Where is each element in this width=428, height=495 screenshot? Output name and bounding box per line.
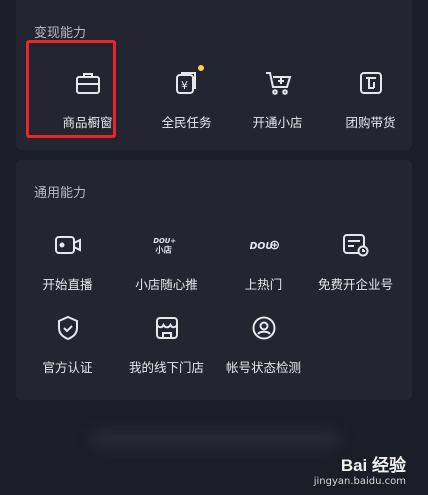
- highlight-box: [26, 40, 116, 138]
- item-label: 上热门: [244, 277, 283, 292]
- item-label: 小店随心推: [135, 277, 198, 292]
- item-offline-store[interactable]: 我的线下门店: [117, 313, 216, 376]
- svg-text:DOU+: DOU+: [153, 237, 176, 245]
- yen-tasks-icon: ¥: [172, 65, 204, 98]
- item-hot[interactable]: DOU 上热门: [214, 230, 313, 293]
- shield-check-icon: [53, 313, 83, 343]
- group-buy-icon: [356, 68, 386, 98]
- item-label: 开通小店: [252, 115, 303, 130]
- account-check-icon: [249, 313, 279, 343]
- item-enterprise[interactable]: 免费开企业号: [306, 230, 405, 293]
- item-label: 免费开企业号: [317, 277, 393, 292]
- item-account-check[interactable]: 帐号状态检测: [214, 313, 313, 376]
- blurred-footer: [90, 430, 340, 448]
- section-title-monetize: 变现能力: [34, 26, 87, 41]
- dou-plus-icon: DOU: [249, 230, 279, 260]
- watermark-url: jingyan.baidu.com: [313, 476, 406, 487]
- item-label: 全民任务: [161, 115, 212, 130]
- general-card: 通用能力 开始直播 DOU+ 小店 小店随心推 DOU 上热门 免费开企业号 官…: [16, 160, 412, 400]
- watermark: Bai 经验 jingyan.baidu.com: [314, 451, 406, 487]
- cart-plus-icon: [263, 68, 293, 98]
- watermark-logo: Bai 经验: [340, 456, 406, 475]
- svg-text:¥: ¥: [181, 79, 188, 92]
- item-label: 开始直播: [42, 277, 93, 292]
- item-label: 官方认证: [42, 360, 93, 375]
- item-store-promote[interactable]: DOU+ 小店 小店随心推: [117, 230, 216, 293]
- store-icon: [152, 313, 182, 343]
- item-label: 我的线下门店: [128, 360, 204, 375]
- item-official-verify[interactable]: 官方认证: [18, 313, 117, 376]
- section-title-general: 通用能力: [34, 186, 87, 201]
- item-label: 团购带货: [345, 115, 396, 130]
- svg-text:DOU: DOU: [249, 241, 273, 252]
- badge-dot: [197, 65, 204, 71]
- enterprise-card-icon: [341, 230, 371, 260]
- video-camera-icon: [53, 230, 83, 260]
- item-group-buy[interactable]: 团购带货: [321, 68, 420, 131]
- dou-plus-store-icon: DOU+ 小店: [152, 230, 182, 260]
- item-label: 帐号状态检测: [225, 360, 301, 375]
- item-national-tasks[interactable]: ¥ 全民任务: [137, 65, 236, 131]
- item-open-store[interactable]: 开通小店: [228, 68, 327, 131]
- item-start-live[interactable]: 开始直播: [18, 230, 117, 293]
- svg-text:小店: 小店: [154, 245, 171, 255]
